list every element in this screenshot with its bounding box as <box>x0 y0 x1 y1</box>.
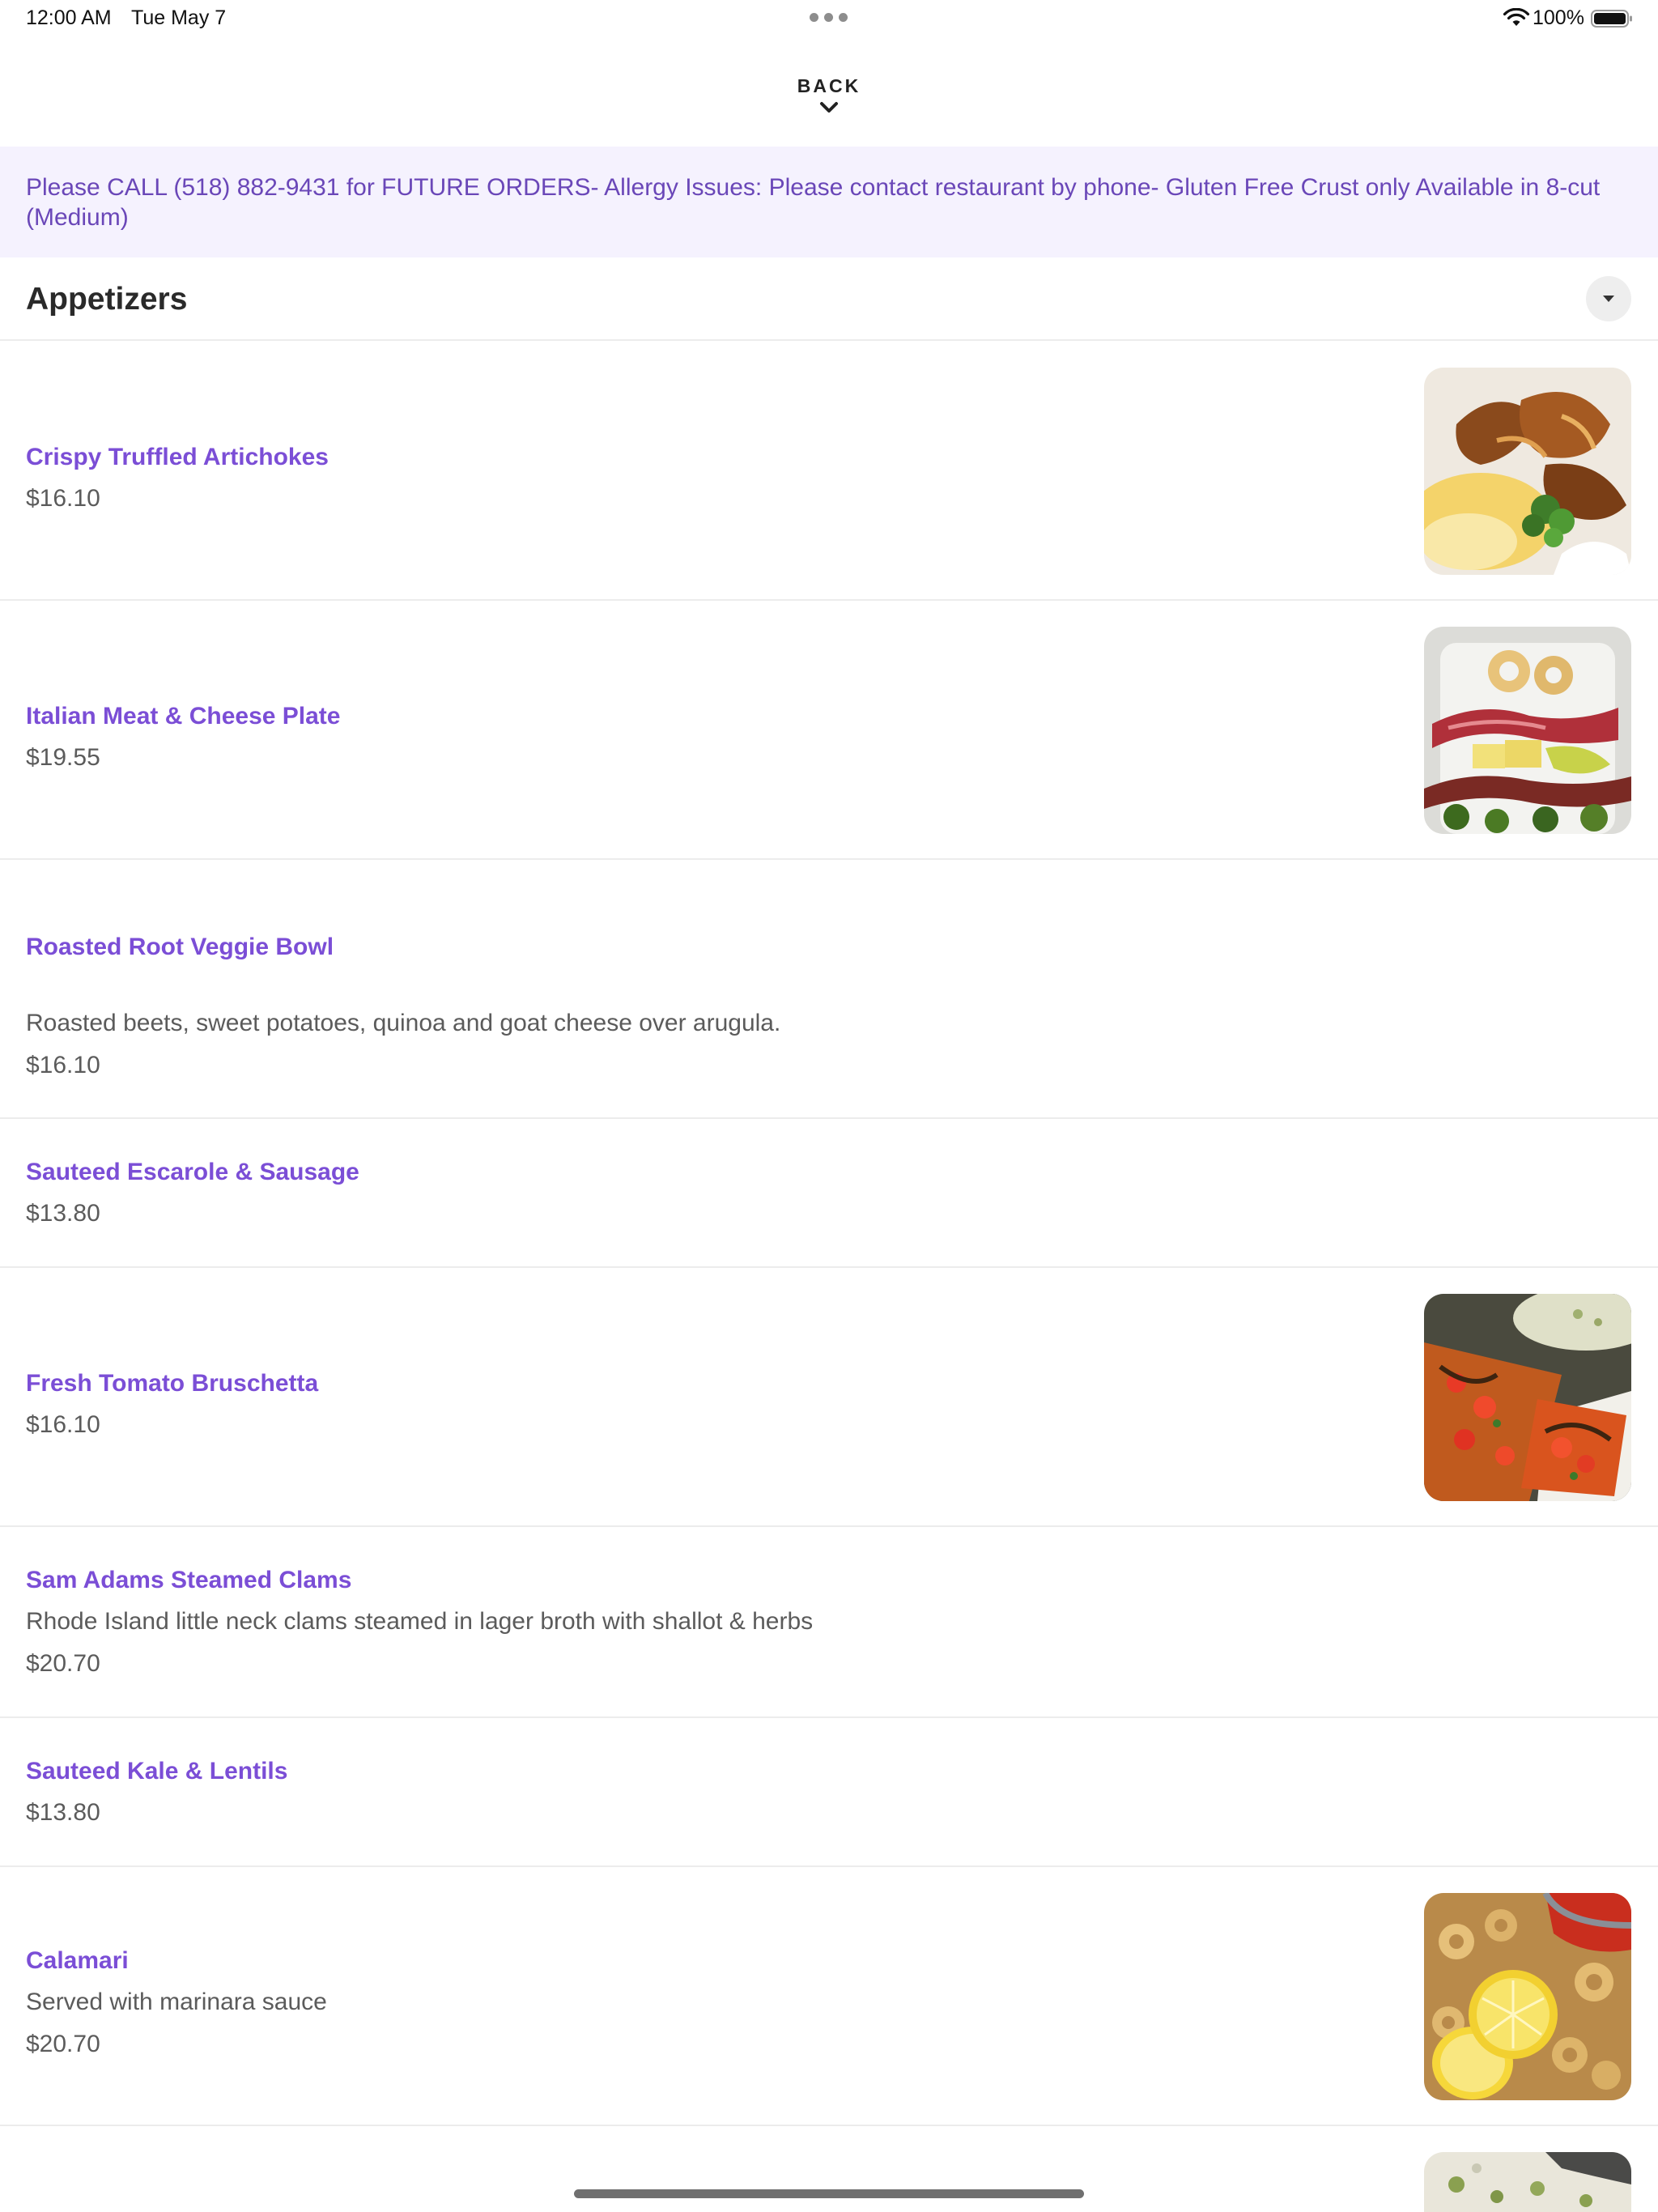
item-name: Crispy Truffled Artichokes <box>26 444 329 470</box>
item-name: Sam Adams Steamed Clams <box>26 1567 352 1593</box>
notice-banner: Please CALL (518) 882-9431 for FUTURE OR… <box>0 147 1658 257</box>
menu-item[interactable]: Sauteed Escarole & Sausage $13.80 <box>0 1119 1658 1268</box>
menu-item[interactable]: Calamari Served with marinara sauce $20.… <box>0 1867 1658 2126</box>
battery-icon <box>1591 10 1632 28</box>
item-name: Sauteed Kale & Lentils <box>26 1758 288 1784</box>
item-photo <box>1424 1893 1631 2100</box>
status-date: Tue May 7 <box>131 6 227 29</box>
item-photo <box>1424 1294 1631 1501</box>
item-photo <box>1424 2152 1631 2212</box>
item-name: Roasted Root Veggie Bowl <box>26 934 334 960</box>
item-photo <box>1424 368 1631 575</box>
item-price: $16.10 <box>26 1052 100 1078</box>
item-name: Fresh Tomato Bruschetta <box>26 1370 319 1397</box>
section-header: Appetizers <box>0 257 1658 341</box>
status-time: 12:00 AM <box>26 6 112 29</box>
notice-text: Please CALL (518) 882-9431 for FUTURE OR… <box>26 174 1601 231</box>
battery-percent: 100% <box>1533 6 1584 29</box>
item-name: Italian Meat & Cheese Plate <box>26 703 341 730</box>
item-name: Calamari <box>26 1947 129 1974</box>
item-price: $13.80 <box>26 1200 100 1227</box>
menu-item[interactable]: Sauteed Kale & Lentils $13.80 <box>0 1718 1658 1867</box>
chevron-down-icon <box>820 102 838 113</box>
menu-item[interactable]: Crispy Truffled Artichokes $16.10 <box>0 341 1658 601</box>
home-indicator[interactable] <box>574 2189 1084 2198</box>
item-price: $20.70 <box>26 2031 100 2057</box>
item-price: $16.10 <box>26 1411 100 1438</box>
more-dots-icon[interactable] <box>810 13 848 23</box>
item-price: $20.70 <box>26 1650 100 1677</box>
menu-item[interactable]: Roasted Root Veggie Bowl Roasted beets, … <box>0 860 1658 1119</box>
menu-item[interactable]: Sam Adams Steamed Clams Rhode Island lit… <box>0 1527 1658 1718</box>
item-price: $13.80 <box>26 1799 100 1826</box>
section-title: Appetizers <box>26 282 188 317</box>
caret-down-icon <box>1603 296 1614 302</box>
item-description: Roasted beets, sweet potatoes, quinoa an… <box>26 1010 781 1036</box>
item-name: Sauteed Escarole & Sausage <box>26 1159 359 1185</box>
status-bar: 12:00 AM Tue May 7 100% <box>0 0 1658 39</box>
section-collapse-button[interactable] <box>1586 276 1631 321</box>
back-label: BACK <box>797 75 861 96</box>
item-price: $19.55 <box>26 744 100 771</box>
wifi-icon <box>1503 8 1530 26</box>
item-description: Served with marinara sauce <box>26 1989 327 2015</box>
item-photo <box>1424 627 1631 834</box>
menu-item[interactable]: Fresh Tomato Bruschetta $16.10 <box>0 1268 1658 1527</box>
item-description: Rhode Island little neck clams steamed i… <box>26 1608 814 1635</box>
menu-item[interactable]: Italian Meat & Cheese Plate $19.55 <box>0 601 1658 860</box>
back-button[interactable]: BACK <box>748 71 910 128</box>
item-price: $16.10 <box>26 485 100 512</box>
